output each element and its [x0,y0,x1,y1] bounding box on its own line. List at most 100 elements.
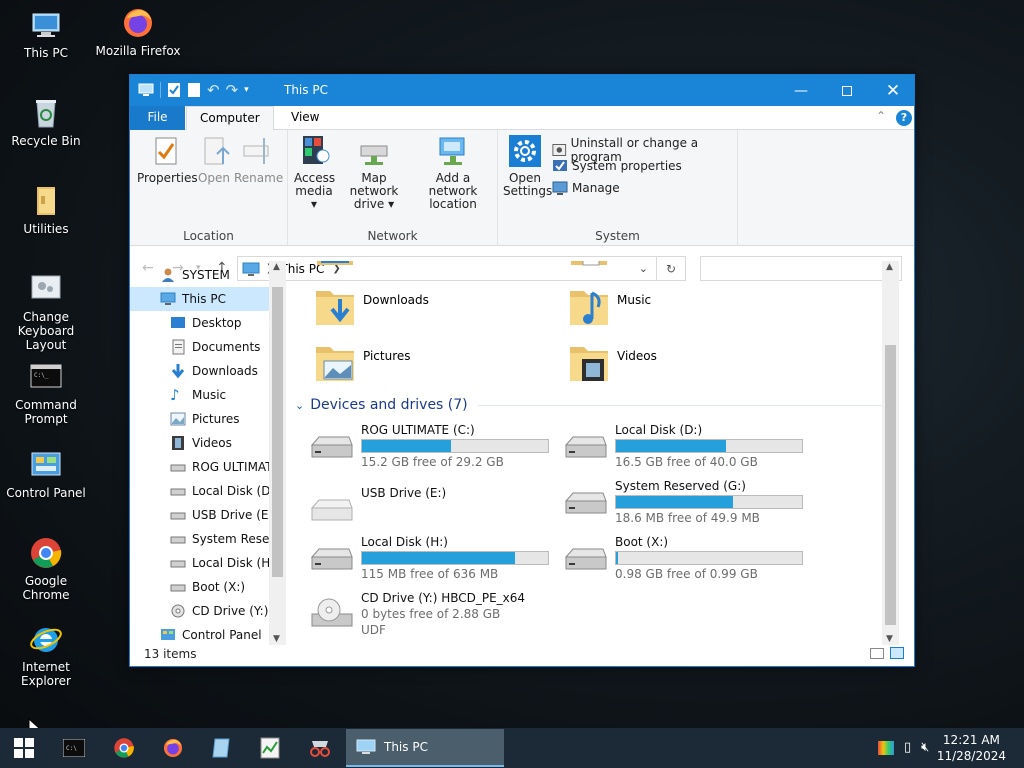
folder-videos[interactable]: Videos [568,341,657,385]
content-scrollbar[interactable]: ▲ ▼ [882,261,899,645]
usb-drive-icon [170,512,186,520]
content-pane: Downloads Music Pictures Videos ⌄ Device… [287,261,899,645]
nav-item-system[interactable]: SYSTEM [130,263,270,287]
taskbar-file-explorer-this-pc[interactable]: This PC [346,729,504,767]
nav-item-drive-d[interactable]: Local Disk (D:) [130,479,279,503]
system-tray: ▯ 🔇︎ [878,740,929,755]
nav-pane-scrollbar[interactable]: ▲ ▼ [269,261,286,645]
add-network-location-button[interactable]: Add a network location [412,134,494,211]
nav-item-this-pc[interactable]: This PC [130,287,270,311]
open-icon [204,137,230,165]
nav-item-pictures[interactable]: Pictures [130,407,270,431]
nav-item-drive-y[interactable]: CD Drive (Y:) H [130,599,281,623]
taskbar-chrome[interactable] [104,732,144,764]
folder-downloads[interactable]: Downloads [314,285,429,329]
ribbon-group-system: Open Settings Uninstall or change a prog… [498,130,738,246]
devices-and-drives-header[interactable]: ⌄ Devices and drives (7) [295,397,891,413]
tab-view[interactable]: View [278,106,332,130]
nav-item-documents[interactable]: Documents [130,335,270,359]
access-media-button[interactable]: Access media ▾ [294,134,335,211]
desktop-icon-change-keyboard-layout[interactable]: Change Keyboard Layout [0,272,92,352]
minimize-button[interactable]: — [778,75,824,106]
nav-item-desktop[interactable]: Desktop [130,311,270,335]
access-media-icon [303,136,330,164]
clock-time: 12:21 AM [942,733,1000,747]
hard-drive-icon [564,436,607,458]
desktop-icon-this-pc[interactable]: This PC [0,8,92,60]
folder-pictures[interactable]: Pictures [314,341,411,385]
taskbar-app-4[interactable] [201,732,241,764]
system-properties-button[interactable]: System properties [552,158,682,174]
nav-item-music[interactable]: ♪ Music [130,383,270,407]
drive-g[interactable]: System Reserved (G:) 18.6 MB free of 49.… [563,479,813,529]
color-display-icon[interactable] [878,740,894,755]
taskbar-app-6[interactable] [300,732,340,764]
tab-file[interactable]: File [130,106,185,130]
desktop-icon-utilities[interactable]: Utilities [0,184,92,236]
drive-x[interactable]: Boot (X:) 0.98 GB free of 0.99 GB [563,535,813,585]
drive-h[interactable]: Local Disk (H:) 115 MB free of 636 MB [309,535,559,585]
drive-c[interactable]: ROG ULTIMATE (C:) 15.2 GB free of 29.2 G… [309,423,559,473]
desktop-icon-label: Recycle Bin [11,134,81,148]
manage-icon [552,181,568,195]
cd-drive-icon [311,598,353,627]
maximize-button[interactable] [824,75,870,106]
rename-icon [243,138,269,164]
redo-icon[interactable]: ↷ [226,81,239,99]
scroll-thumb[interactable] [272,287,283,577]
pictures-icon [170,412,186,426]
nav-item-videos[interactable]: Videos [130,431,270,455]
hard-drive-icon [564,548,607,570]
taskbar-app-5[interactable] [250,732,290,764]
volume-muted-icon[interactable]: 🔇︎ [921,740,929,755]
taskbar-firefox[interactable] [153,732,193,764]
snipping-tool-icon [310,741,330,757]
scroll-thumb[interactable] [885,345,896,625]
desktop-icon-internet-explorer[interactable]: Internet Explorer [0,622,92,688]
item-count: 13 items [144,647,197,661]
usb-drive-icon [310,499,353,521]
nav-item-drive-h[interactable]: Local Disk (H:) [130,551,279,575]
clock[interactable]: 12:21 AM 11/28/2024 [937,732,1006,764]
nav-item-drive-c[interactable]: ROG ULTIMATE [130,455,280,479]
quick-access-toolbar: ↶ ↷ ▾ [138,81,249,99]
close-button[interactable]: ✕ [870,75,916,106]
usb-eject-icon[interactable]: ▯ [904,740,911,755]
nav-item-control-panel[interactable]: Control Panel [130,623,270,645]
drive-e[interactable]: USB Drive (E:) [309,486,559,536]
desktop-icon-control-panel[interactable]: Control Panel [0,448,92,500]
customize-toolbar-icon[interactable]: ▾ [244,85,249,95]
taskbar-command-prompt[interactable]: C:\ [54,732,94,764]
properties-button[interactable]: Properties [137,134,198,185]
nav-item-downloads[interactable]: Downloads [130,359,270,383]
undo-icon[interactable]: ↶ [207,81,220,99]
properties-small-icon[interactable] [167,82,181,98]
nav-item-drive-g[interactable]: System Reserve [130,527,286,551]
rename-button[interactable]: Rename [234,134,283,185]
collapse-ribbon-icon[interactable]: ⌃ [876,109,886,123]
open-button[interactable]: Open [196,134,232,185]
desktop-icon-firefox[interactable]: Mozilla Firefox [92,6,184,58]
drive-y[interactable]: CD Drive (Y:) HBCD_PE_x64 0 bytes free o… [309,591,559,645]
start-button[interactable] [4,732,44,764]
scroll-up-icon[interactable]: ▲ [273,262,280,272]
desktop-icon-recycle-bin[interactable]: Recycle Bin [0,96,92,148]
scroll-up-icon[interactable]: ▲ [886,262,893,272]
desktop-icon-label: This PC [24,46,68,60]
large-icons-view-icon[interactable] [890,647,904,659]
map-network-drive-button[interactable]: Map network drive ▾ [338,134,410,211]
tab-computer[interactable]: Computer [186,106,274,131]
open-settings-button[interactable]: Open Settings [503,134,552,198]
nav-item-drive-e[interactable]: USB Drive (E:) [130,503,277,527]
details-view-icon[interactable] [870,648,884,659]
manage-button[interactable]: Manage [552,180,620,196]
notepad-icon [212,738,230,758]
help-icon[interactable]: ? [896,110,912,126]
desktop-icon-command-prompt[interactable]: C:\_ Command Prompt [0,360,92,426]
desktop-icon-google-chrome[interactable]: Google Chrome [0,536,92,602]
documents-icon [172,339,185,355]
nav-item-drive-x[interactable]: Boot (X:) [130,575,270,599]
folder-music[interactable]: Music [568,285,651,329]
drive-d[interactable]: Local Disk (D:) 16.5 GB free of 40.0 GB [563,423,813,473]
new-folder-small-icon[interactable] [187,82,201,98]
